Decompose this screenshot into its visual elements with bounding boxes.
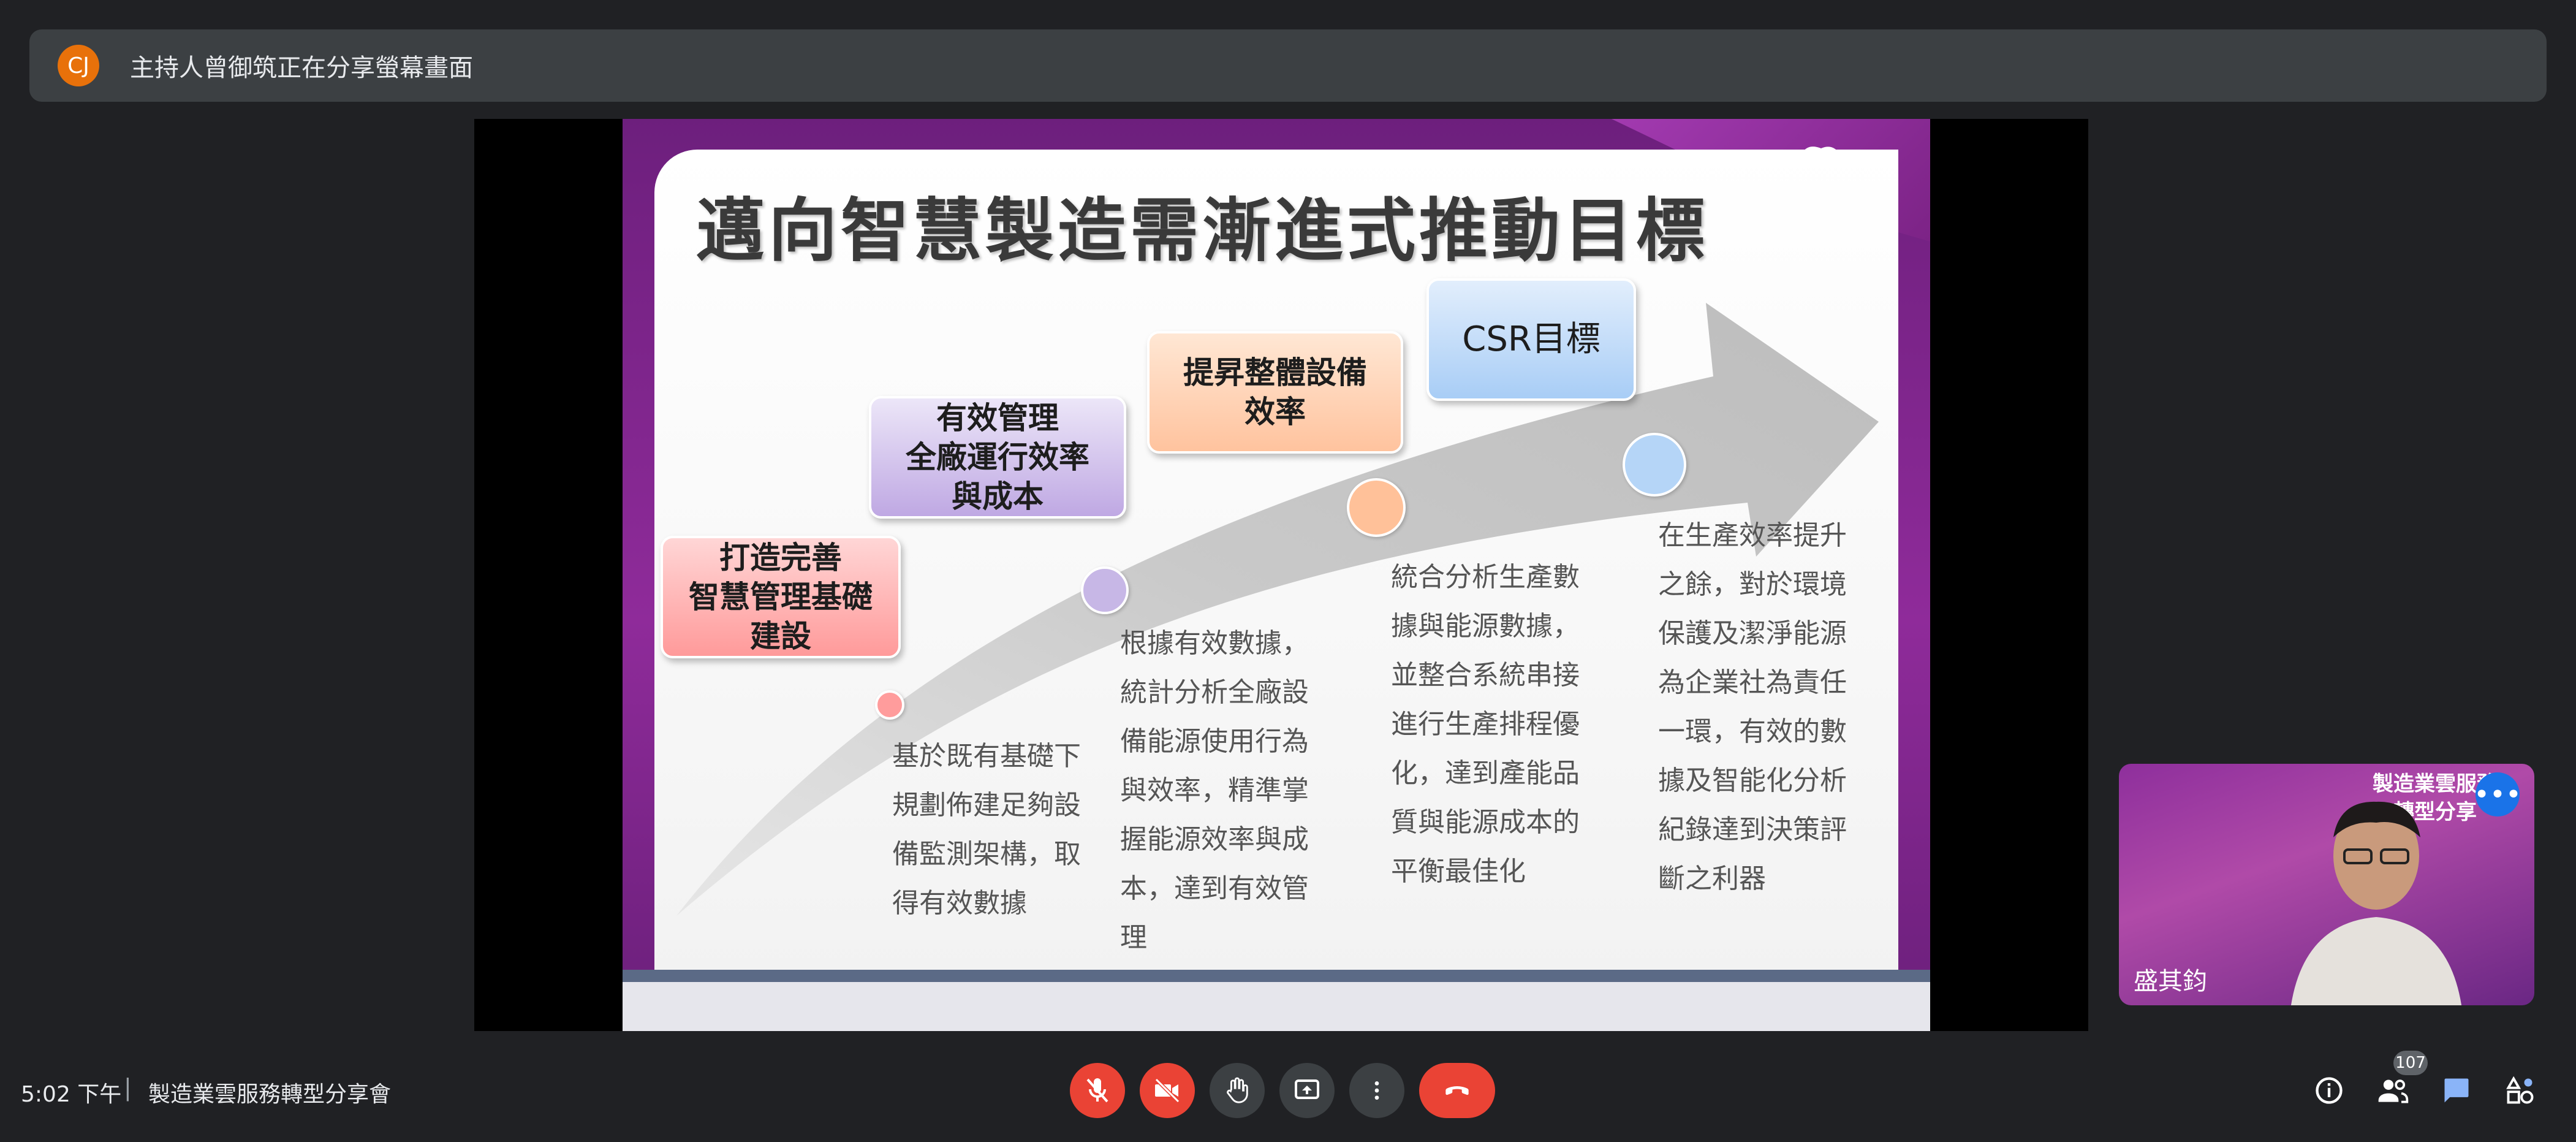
shared-screen: 邁向智慧製造需漸進式推動目標 打造完善 智慧管理基礎 建設 有效管理 全廠運行效… xyxy=(474,119,2088,1031)
more-vert-icon xyxy=(1374,1081,1379,1100)
mic-off-icon xyxy=(1086,1078,1108,1103)
participant-video xyxy=(2291,801,2461,1005)
goal-box-label: 打造完善 智慧管理基礎 建設 xyxy=(689,540,873,654)
meeting-details-button[interactable] xyxy=(2306,1068,2352,1113)
present-screen-button[interactable] xyxy=(1279,1063,1335,1118)
tile-more-options-button[interactable]: ••• xyxy=(2474,772,2521,817)
end-call-icon xyxy=(1445,1086,1469,1095)
goal-box-equipment-efficiency: 提昇整體設備 效率 xyxy=(1147,331,1403,454)
raise-hand-button[interactable] xyxy=(1210,1063,1265,1118)
camera-toggle-button[interactable] xyxy=(1140,1063,1195,1118)
goal-description: 根據有效數據， 統計分析全廠設 備能源使用行為 與效率，精準掌 握能源效率與成 … xyxy=(1120,628,1309,953)
participant-video-tile[interactable]: 製造業雲服務 轉型分享 盛其鈞 ••• xyxy=(2119,764,2534,1005)
goal-description: 統合分析生產數 據與能源數據， 並整合系統串接 進行生產排程優 化，達到產能品 … xyxy=(1391,561,1580,887)
separator: | xyxy=(124,1074,132,1101)
microphone-toggle-button[interactable] xyxy=(1070,1063,1125,1118)
meeting-title: 製造業雲服務轉型分享會 xyxy=(148,1082,392,1107)
milestone-dot xyxy=(1081,566,1129,614)
clock-time: 5:02 下午 xyxy=(21,1082,122,1107)
chat-button[interactable] xyxy=(2434,1068,2479,1113)
goal-box-label: 提昇整體設備 效率 xyxy=(1183,355,1367,430)
slide-bottom-band xyxy=(623,982,1930,1031)
slide-bottom-line xyxy=(623,970,1930,982)
goal-box-management: 有效管理 全廠運行效率 與成本 xyxy=(869,396,1126,519)
activities-button[interactable] xyxy=(2498,1068,2543,1113)
meet-window: CJ 主持人曾御筑正在分享螢幕畫面 邁向智慧製造需漸進式推動目標 打造完善 智慧… xyxy=(0,0,2576,1142)
goal-box-label: CSR目標 xyxy=(1462,319,1601,359)
participants-count-badge: 107 xyxy=(2393,1051,2428,1075)
milestone-dot xyxy=(1347,478,1406,537)
presenting-banner: CJ 主持人曾御筑正在分享螢幕畫面 xyxy=(29,29,2547,102)
leave-call-button[interactable] xyxy=(1419,1063,1495,1118)
goal-description: 基於既有基礎下 規劃佈建足夠設 備監測架構，取 得有效數據 xyxy=(892,740,1081,919)
participant-name: 盛其鈞 xyxy=(2134,967,2207,995)
present-screen-icon xyxy=(1295,1079,1319,1099)
goal-box-infrastructure: 打造完善 智慧管理基礎 建設 xyxy=(661,536,901,658)
activities-icon xyxy=(2506,1076,2534,1104)
chat-icon xyxy=(2444,1078,2469,1103)
milestone-dot xyxy=(875,690,904,720)
goal-box-label: 有效管理 全廠運行效率 與成本 xyxy=(906,400,1089,514)
raise-hand-icon xyxy=(1227,1077,1248,1103)
people-icon xyxy=(2378,1079,2409,1103)
goal-description: 在生產效率提升 之餘，對於環境 保護及潔淨能源 為企業社為責任 一環，有效的數 … xyxy=(1658,520,1847,894)
presenting-banner-text: 主持人曾御筑正在分享螢幕畫面 xyxy=(130,54,473,82)
camera-off-icon xyxy=(1154,1078,1180,1103)
more-options-button[interactable] xyxy=(1349,1063,1404,1118)
milestone-dot xyxy=(1623,433,1686,497)
more-horiz-icon: ••• xyxy=(2474,778,2521,810)
presentation-slide: 邁向智慧製造需漸進式推動目標 打造完善 智慧管理基礎 建設 有效管理 全廠運行效… xyxy=(623,119,1930,1031)
info-icon xyxy=(2316,1077,2343,1104)
goal-box-csr: CSR目標 xyxy=(1426,278,1636,401)
presenter-avatar: CJ xyxy=(58,45,99,86)
